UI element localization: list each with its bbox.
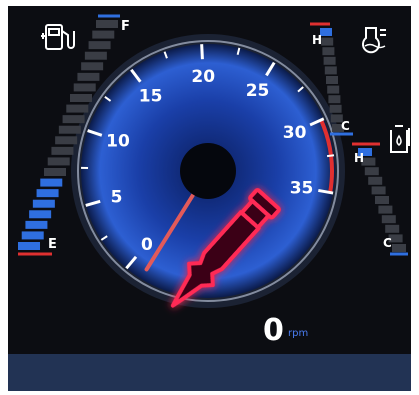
bar-segment	[47, 157, 70, 166]
bar-segment	[70, 94, 92, 102]
oil-temperature-icon	[390, 125, 410, 153]
bar-segment	[40, 178, 63, 187]
bar-segment	[25, 220, 48, 229]
instrument-cluster-screen: 0 5 10 15 20 25 30 35 E F H C H C 0 rpm	[8, 6, 411, 391]
oil-hot-label: H	[354, 151, 364, 165]
coolant-temperature-icon	[362, 27, 386, 54]
bar-segment	[58, 125, 81, 134]
oil-temp-bar	[358, 148, 406, 252]
bar-segment	[326, 76, 338, 84]
bar-segment	[381, 215, 396, 224]
dial-label-10: 10	[106, 132, 130, 152]
fuel-empty-label: E	[48, 237, 57, 252]
coolant-cold-label: C	[341, 119, 350, 133]
bar-segment	[51, 146, 74, 155]
rpm-value: 0	[263, 313, 284, 348]
bar-segment	[44, 168, 66, 176]
bar-segment	[66, 104, 89, 113]
bar-segment	[77, 72, 100, 81]
status-bar	[8, 354, 411, 391]
fuel-full-label: F	[121, 19, 130, 34]
bar-segment	[92, 30, 115, 39]
bar-segment	[324, 66, 337, 75]
needle-hub	[180, 143, 236, 199]
bar-segment	[385, 224, 400, 233]
bar-segment	[62, 115, 85, 124]
minor-tick	[326, 154, 335, 158]
major-tick	[200, 44, 204, 60]
bar-segment	[329, 104, 342, 113]
bar-segment	[18, 242, 40, 250]
dial-label-5: 5	[111, 188, 123, 208]
bar-segment	[96, 20, 118, 28]
bar-segment	[368, 176, 383, 185]
fuel-pump-icon	[41, 24, 75, 50]
bar-segment	[84, 51, 107, 60]
bar-segment	[323, 56, 336, 65]
oil-cold-label: C	[383, 236, 392, 250]
coolant-hot-label: H	[312, 33, 322, 47]
dial-label-20: 20	[191, 67, 215, 87]
bar-segment	[322, 47, 335, 56]
dial-label-0: 0	[141, 235, 153, 255]
bar-segment	[364, 167, 379, 176]
bar-segment	[32, 199, 55, 208]
bar-segment	[327, 85, 340, 94]
dial-label-30: 30	[283, 123, 307, 143]
cluster-graphics: 0 5 10 15 20 25 30 35 E F H C H C 0 rpm	[18, 14, 410, 348]
dial-label-15: 15	[139, 86, 163, 106]
bar-segment	[328, 95, 341, 104]
bar-segment	[392, 244, 406, 252]
dial-label-25: 25	[246, 81, 270, 101]
bar-segment	[88, 41, 111, 50]
bar-segment	[21, 231, 44, 240]
bar-segment	[378, 205, 393, 214]
bar-segment	[73, 83, 96, 92]
bar-segment	[81, 62, 104, 71]
bar-segment	[36, 189, 59, 198]
dial-label-35: 35	[290, 178, 314, 198]
bar-segment	[321, 37, 334, 46]
bar-segment	[29, 210, 52, 219]
bar-segment	[371, 186, 386, 195]
rpm-unit: rpm	[288, 328, 308, 339]
bar-segment	[375, 196, 389, 204]
bar-segment	[55, 136, 78, 145]
